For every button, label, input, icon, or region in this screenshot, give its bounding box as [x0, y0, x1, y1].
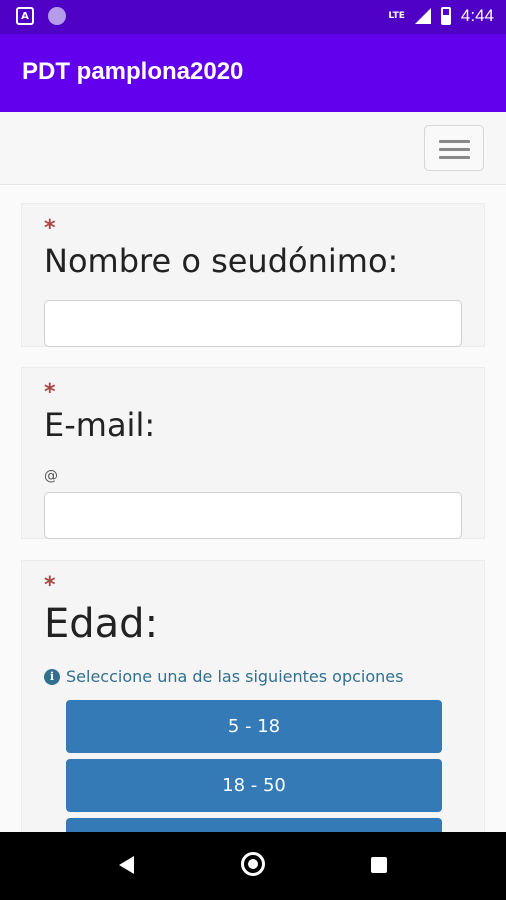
nav-bar [0, 112, 506, 185]
name-field-card: * Nombre o seudónimo: [21, 203, 485, 347]
android-icon: A [16, 7, 34, 25]
age-field-label: Edad: [44, 601, 159, 647]
required-marker: * [44, 380, 56, 405]
age-option-18-50[interactable]: 18 - 50 [66, 759, 442, 812]
age-hint-text: Seleccione una de las siguientes opcione… [66, 667, 404, 686]
required-marker: * [44, 573, 56, 598]
system-navigation-bar [0, 832, 506, 900]
signal-icon [414, 8, 431, 24]
age-hint: i Seleccione una de las siguientes opcio… [44, 667, 403, 686]
status-bar: A LTE 4:44 [0, 0, 506, 34]
age-option-5-18[interactable]: 5 - 18 [66, 700, 442, 753]
age-field-card: * Edad: i Seleccione una de las siguient… [21, 560, 485, 871]
email-field-card: * E-mail: @ [21, 367, 485, 539]
back-icon[interactable] [119, 856, 134, 874]
battery-icon [440, 7, 451, 25]
network-type-label: LTE [388, 11, 405, 21]
name-field-label: Nombre o seudónimo: [44, 242, 399, 280]
hamburger-menu-button[interactable] [424, 125, 484, 171]
required-marker: * [44, 216, 56, 241]
clock: 4:44 [460, 6, 494, 25]
circle-notification-icon [48, 7, 66, 25]
home-icon[interactable] [241, 852, 265, 876]
email-input[interactable] [44, 492, 462, 539]
at-sign-prefix: @ [44, 468, 58, 484]
info-icon: i [44, 668, 60, 685]
app-title: PDT pamplona2020 [22, 58, 244, 85]
app-bar: PDT pamplona2020 [0, 34, 506, 112]
name-input[interactable] [44, 300, 462, 347]
recent-apps-icon[interactable] [371, 857, 387, 873]
email-field-label: E-mail: [44, 406, 156, 444]
hamburger-menu-icon [439, 140, 470, 143]
